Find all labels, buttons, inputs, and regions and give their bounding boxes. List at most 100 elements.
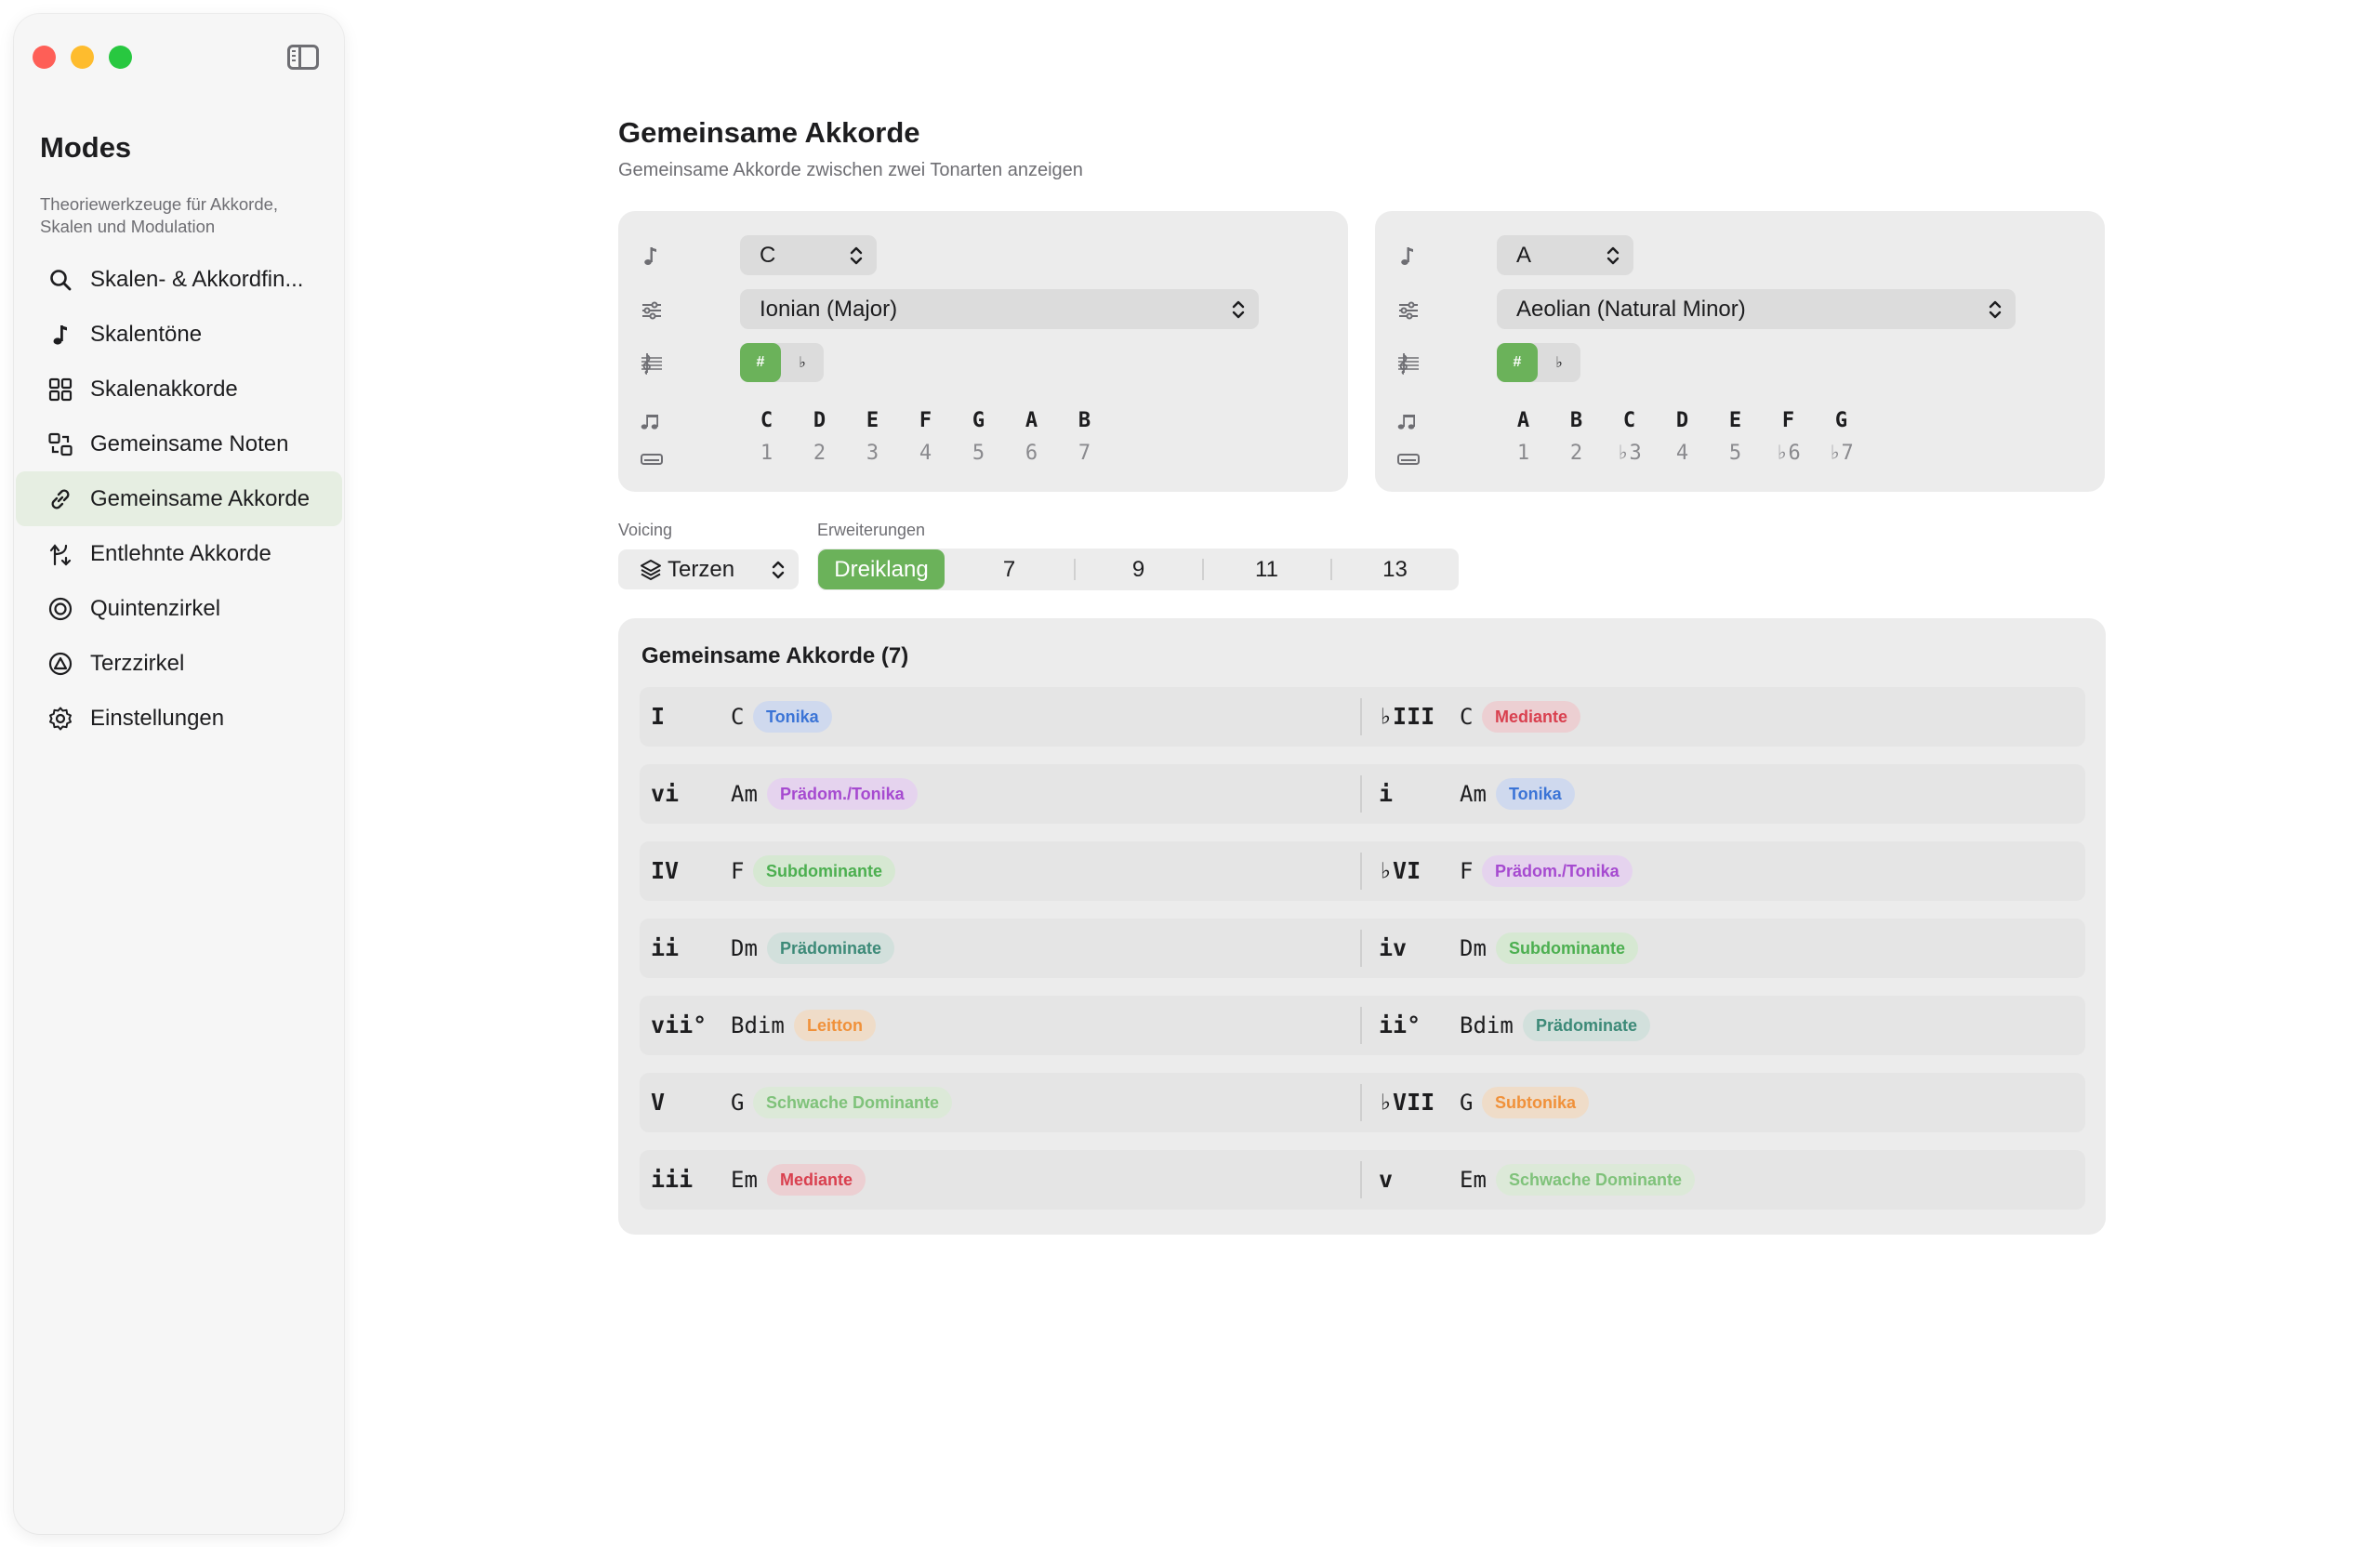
sidebar-toggle-icon[interactable]	[287, 45, 319, 70]
note-column: D4	[1675, 409, 1689, 465]
flat-button[interactable]: ♭	[1538, 343, 1580, 382]
sidebar-item-scale-tones[interactable]: Skalentöne	[16, 307, 342, 362]
magnifier-icon	[47, 267, 73, 293]
note-column: C1	[760, 409, 774, 465]
left-function-badge: Mediante	[767, 1164, 866, 1196]
root-note-select[interactable]: C	[740, 235, 877, 275]
chevron-updown-icon	[1606, 246, 1620, 265]
swap-squares-icon	[47, 431, 73, 457]
triangle-circle-icon	[47, 651, 73, 677]
extension-7-button[interactable]: 7	[945, 549, 1073, 590]
left-roman-numeral: IV	[651, 857, 680, 884]
keyboard-icon	[639, 446, 665, 465]
chevron-updown-icon	[850, 246, 863, 265]
left-function-badge: Schwache Dominante	[753, 1087, 953, 1118]
note-column: F4	[919, 409, 932, 465]
chord-row[interactable]: iii Em Mediante v Em Schwache Dominante	[640, 1150, 2085, 1210]
right-chord-name: Em	[1460, 1167, 1487, 1193]
right-chord-name: Dm	[1460, 935, 1487, 961]
root-note-select[interactable]: A	[1497, 235, 1633, 275]
key-card-left: C Ionian (Major) # ♭ C1 D2 E3 F4 G5 A 6 …	[618, 211, 1348, 492]
right-function-badge: Tonika	[1496, 778, 1575, 810]
chord-row[interactable]: vii° Bdim Leitton ii° Bdim Prädominate	[640, 996, 2085, 1055]
target-circle-icon	[47, 596, 73, 622]
right-roman-numeral: ii°	[1379, 1012, 1421, 1038]
mode-select[interactable]: Ionian (Major)	[740, 289, 1259, 329]
left-chord-name: Em	[731, 1167, 758, 1193]
left-roman-numeral: V	[651, 1089, 666, 1116]
chord-row[interactable]: ii Dm Prädominate iv Dm Subdominante	[640, 919, 2085, 978]
sidebar-item-label: Gemeinsame Noten	[90, 430, 289, 456]
branch-arrows-icon	[47, 541, 73, 567]
right-chord-name: G	[1460, 1090, 1474, 1116]
left-function-badge: Prädominate	[767, 932, 895, 964]
left-chord-name: G	[731, 1090, 745, 1116]
note-column: A1	[1516, 409, 1530, 465]
chord-row[interactable]: vi Am Prädom./Tonika i Am Tonika	[640, 764, 2085, 824]
note-column: B7	[1078, 409, 1091, 465]
right-roman-numeral: i	[1379, 780, 1394, 807]
mode-select[interactable]: Aeolian (Natural Minor)	[1497, 289, 2016, 329]
sidebar-item-borrowed-chords[interactable]: Entlehnte Akkorde	[16, 526, 342, 581]
sidebar-item-common-chords[interactable]: Gemeinsame Akkorde	[16, 471, 342, 526]
extension-13-button[interactable]: 13	[1331, 549, 1459, 590]
app-title: Modes	[40, 131, 132, 164]
left-chord-name: Bdim	[731, 1012, 785, 1038]
column-divider	[1360, 853, 1362, 890]
chevron-updown-icon	[1232, 300, 1245, 319]
extension-triad-button[interactable]: Dreiklang	[818, 549, 945, 589]
note-column: C ♭3	[1617, 409, 1642, 465]
zoom-window-button[interactable]	[109, 46, 132, 69]
note-column: G ♭7	[1829, 409, 1854, 465]
note-column: E5	[1728, 409, 1742, 465]
sidebar-item-circle-of-fifths[interactable]: Quintenzirkel	[16, 581, 342, 636]
sidebar-item-label: Terzzirkel	[90, 650, 185, 676]
right-chord-name: C	[1460, 704, 1474, 730]
flat-button[interactable]: ♭	[781, 343, 824, 382]
sidebar-item-settings[interactable]: Einstellungen	[16, 691, 342, 746]
column-divider	[1360, 698, 1362, 735]
left-function-badge: Tonika	[753, 701, 832, 733]
right-roman-numeral: ♭VII	[1379, 1089, 1435, 1116]
sidebar-item-scale-chords[interactable]: Skalenakkorde	[16, 362, 342, 416]
sharp-button[interactable]: #	[740, 343, 781, 382]
close-window-button[interactable]	[33, 46, 56, 69]
left-function-badge: Prädom./Tonika	[767, 778, 918, 810]
music-note-icon	[639, 243, 665, 269]
sidebar-item-label: Entlehnte Akkorde	[90, 540, 271, 566]
sidebar-item-scale-chord-finder[interactable]: Skalen- & Akkordfin...	[16, 252, 342, 307]
chord-row[interactable]: V G Schwache Dominante ♭VII G Subtonika	[640, 1073, 2085, 1132]
note-column: B2	[1569, 409, 1583, 465]
right-chord-name: Bdim	[1460, 1012, 1514, 1038]
left-roman-numeral: vi	[651, 780, 680, 807]
treble-clef-staff-icon	[639, 350, 665, 377]
page-title: Gemeinsame Akkorde	[618, 116, 920, 149]
accidental-toggle: # ♭	[740, 343, 824, 382]
sidebar-item-label: Skalentöne	[90, 321, 203, 347]
common-chords-card: Gemeinsame Akkorde (7) I C Tonika ♭III C Medi…	[618, 618, 2106, 1235]
left-function-badge: Subdominante	[753, 855, 895, 887]
sidebar-item-common-notes[interactable]: Gemeinsame Noten	[16, 416, 342, 471]
sidebar-item-label: Quintenzirkel	[90, 595, 221, 621]
extension-9-button[interactable]: 9	[1075, 549, 1202, 590]
right-function-badge: Subtonika	[1482, 1087, 1590, 1118]
music-note-icon	[47, 322, 73, 348]
layers-icon	[641, 560, 661, 580]
left-chord-name: F	[731, 858, 745, 884]
chord-row[interactable]: IV F Subdominante ♭VI F Prädom./Tonika	[640, 841, 2085, 901]
note-column: E3	[866, 409, 879, 465]
app-subtitle: Theoriewerkzeuge für Akkorde, Skalen und…	[40, 194, 279, 236]
sidebar-item-circle-of-thirds[interactable]: Terzzirkel	[16, 636, 342, 691]
common-chords-title: Gemeinsame Akkorde (7)	[641, 643, 909, 668]
app-window: Modes Theoriewerkzeuge für Akkorde, Skal…	[0, 0, 2380, 1547]
extension-11-button[interactable]: 11	[1203, 549, 1330, 590]
chord-row[interactable]: I C Tonika ♭III C Mediante	[640, 687, 2085, 747]
notes-icon	[1395, 408, 1421, 430]
column-divider	[1360, 1007, 1362, 1044]
right-function-badge: Mediante	[1482, 701, 1581, 733]
sharp-button[interactable]: #	[1497, 343, 1538, 382]
right-function-badge: Prädominate	[1523, 1010, 1651, 1041]
minimize-window-button[interactable]	[71, 46, 94, 69]
voicing-select[interactable]: Terzen	[618, 549, 799, 589]
right-function-badge: Subdominante	[1496, 932, 1638, 964]
